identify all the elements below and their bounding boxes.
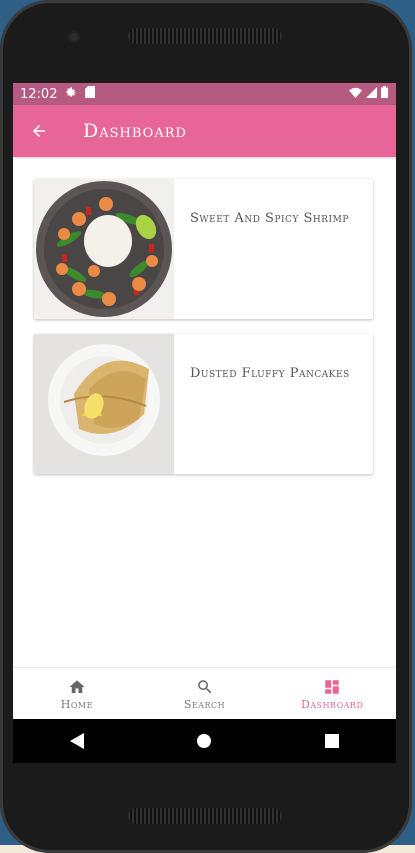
status-time: 12:02	[20, 86, 58, 102]
dashboard-icon	[325, 679, 339, 694]
triangle-back-icon	[69, 733, 84, 749]
system-navigation-bar	[13, 719, 396, 763]
front-camera	[68, 31, 80, 43]
search-icon	[197, 679, 211, 693]
page-title: Dashboard	[83, 120, 187, 142]
recipe-card[interactable]: Dusted Fluffy Pancakes	[34, 334, 373, 474]
signal-icon	[366, 86, 377, 102]
top-speaker	[128, 28, 282, 44]
nav-search[interactable]: Search	[141, 668, 269, 720]
recipe-image-shrimp	[34, 179, 174, 319]
battery-icon	[381, 86, 388, 102]
settings-status-icon	[65, 86, 77, 102]
square-recents-icon	[325, 734, 340, 748]
home-icon	[69, 679, 85, 693]
status-bar: 12:02	[13, 83, 396, 105]
arrow-back-icon	[33, 125, 45, 137]
recipe-image-pancakes	[34, 334, 174, 474]
phone-frame: 12:02 Dashboard Sweet And Spicy Shrimp D…	[0, 0, 412, 853]
system-back-button[interactable]	[57, 721, 97, 761]
wifi-icon	[349, 87, 362, 102]
system-home-button[interactable]	[184, 721, 224, 761]
app-bar: Dashboard	[13, 105, 396, 157]
recipe-list: Sweet And Spicy Shrimp Dusted Fluffy Pan…	[13, 157, 396, 667]
nav-search-label: Search	[183, 697, 226, 711]
screen: 12:02 Dashboard Sweet And Spicy Shrimp D…	[13, 83, 396, 763]
bottom-speaker	[128, 808, 282, 824]
nav-dashboard[interactable]: Dashboard	[268, 668, 396, 720]
nav-home[interactable]: Home	[13, 668, 141, 720]
nav-dashboard-label: Dashboard	[301, 697, 364, 711]
status-right-icons	[349, 86, 388, 102]
sd-card-status-icon	[85, 86, 96, 102]
nav-home-label: Home	[60, 697, 93, 711]
circle-home-icon	[197, 734, 212, 748]
recipe-title: Dusted Fluffy Pancakes	[190, 366, 350, 381]
recipe-card[interactable]: Sweet And Spicy Shrimp	[34, 179, 373, 319]
system-recents-button[interactable]	[312, 721, 352, 761]
recipe-title: Sweet And Spicy Shrimp	[190, 211, 349, 226]
bottom-navigation: Home Search Dashboard	[13, 667, 396, 720]
back-button[interactable]	[15, 105, 63, 157]
